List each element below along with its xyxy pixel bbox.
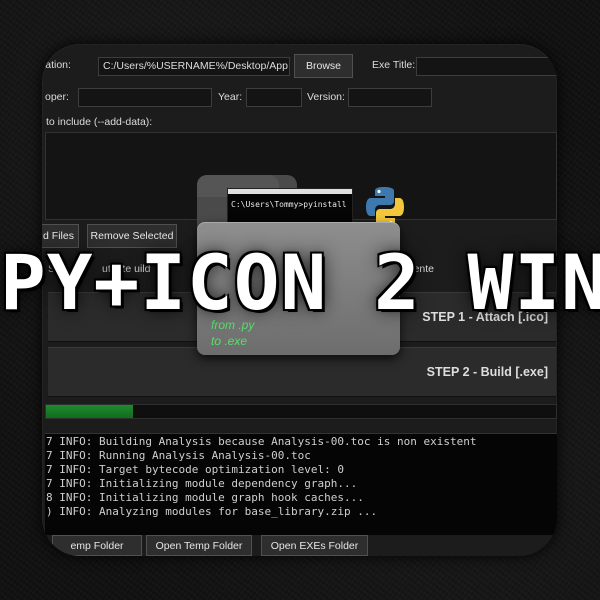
exe-title-input[interactable]: [416, 57, 557, 76]
progress-fill: [46, 405, 133, 418]
console-line: 7 INFO: Running Analysis Analysis-00.toc: [46, 449, 311, 462]
version-label: Version:: [307, 91, 345, 103]
browse-button[interactable]: Browse: [294, 54, 353, 78]
open-exes-folder-button[interactable]: Open EXEs Folder: [261, 535, 368, 556]
console-line: 7 INFO: Initializing module dependency g…: [46, 477, 358, 490]
temp-folder-button[interactable]: emp Folder: [52, 535, 142, 556]
build-console-output: 7 INFO: Building Analysis because Analys…: [45, 433, 557, 535]
version-input[interactable]: [348, 88, 432, 107]
console-line: 7 INFO: Target bytecode optimization lev…: [46, 463, 345, 476]
year-label: Year:: [218, 91, 243, 103]
open-temp-folder-button[interactable]: Open Temp Folder: [146, 535, 252, 556]
console-line: ) INFO: Analyzing modules for base_libra…: [46, 505, 378, 518]
exe-title-label: Exe Title:: [372, 59, 416, 71]
year-input[interactable]: [246, 88, 302, 107]
console-line: 7 INFO: Building Analysis because Analys…: [46, 435, 477, 448]
bottom-toolbar: emp Folder Open Temp Folder Open EXEs Fo…: [42, 535, 557, 556]
developer-input[interactable]: [78, 88, 212, 107]
include-data-label: to include (--add-data):: [46, 116, 153, 128]
to-exe-text: to .exe: [211, 334, 248, 348]
banner-title: PY+ICON 2 WIN: [0, 238, 600, 327]
location-label: cation:: [42, 59, 71, 71]
location-input[interactable]: C:/Users/%USERNAME%/Desktop/App D: [98, 57, 290, 76]
developer-label: oper:: [45, 91, 69, 103]
terminal-text: C:\Users\Tommy>pyinstall: [231, 200, 347, 209]
build-progress-bar: [45, 404, 557, 419]
step-2-label: STEP 2 - Build [.exe]: [426, 365, 548, 379]
console-line: 8 INFO: Initializing module graph hook c…: [46, 491, 364, 504]
